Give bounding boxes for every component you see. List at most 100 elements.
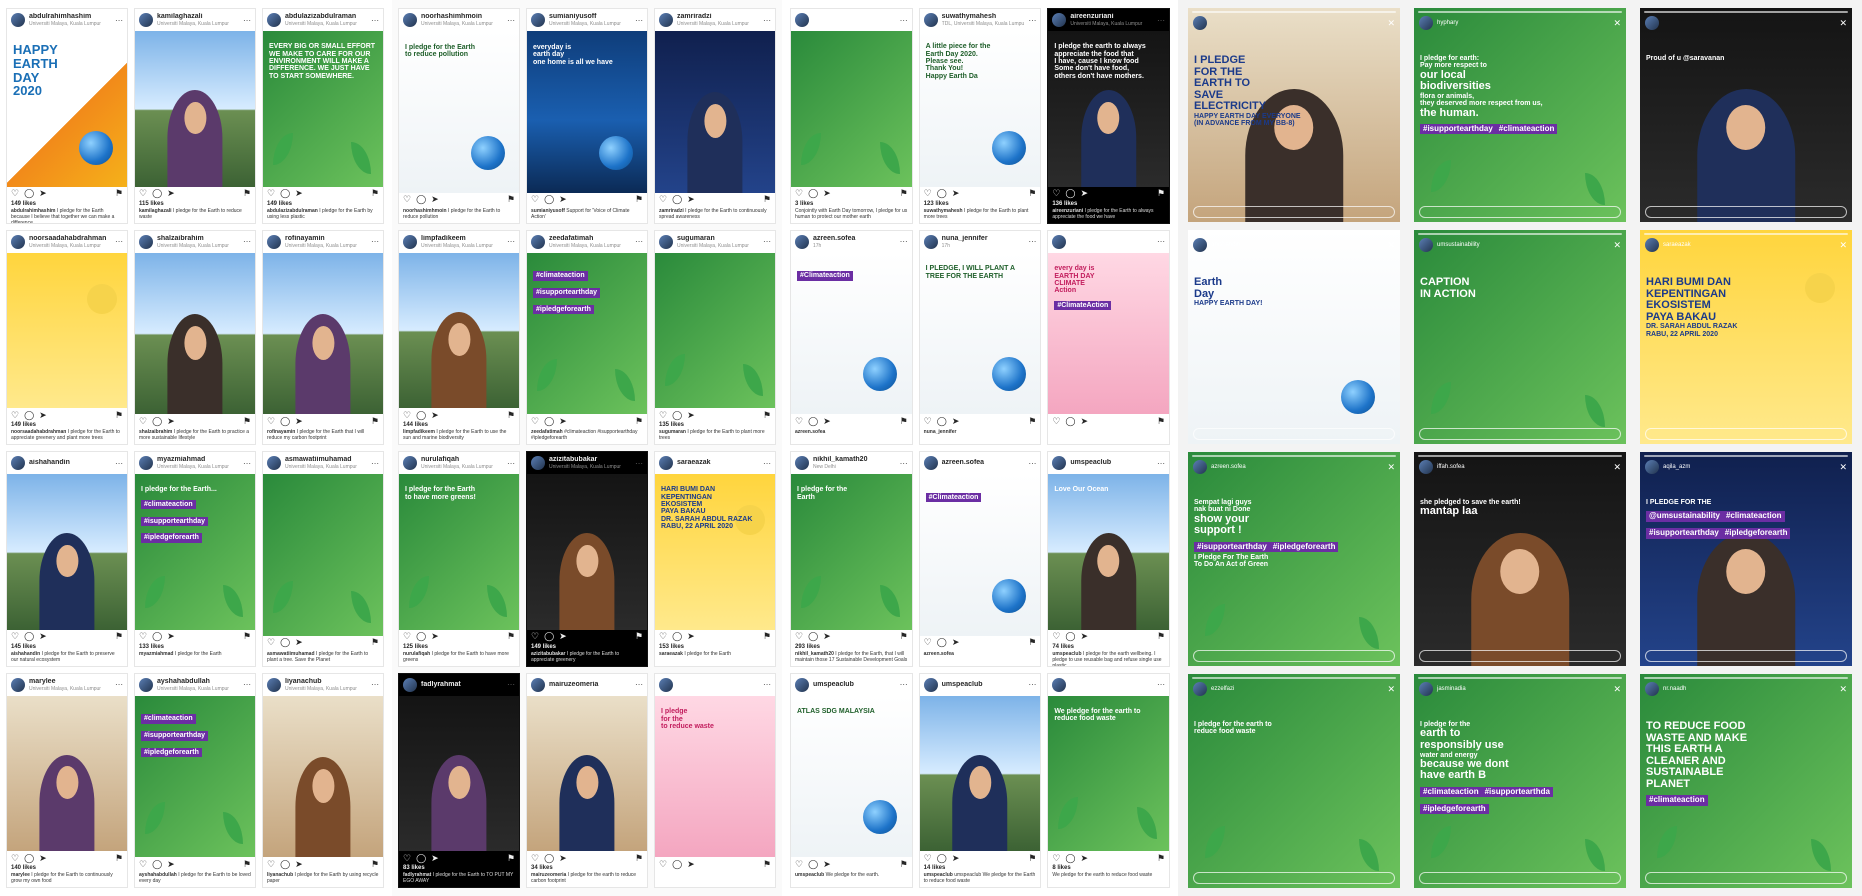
comment-icon[interactable]: ◯ <box>808 416 818 427</box>
story-username[interactable]: nr.naadh <box>1663 686 1686 692</box>
instagram-post[interactable]: abdulazizabdulraman Universiti Malaya, Ku… <box>262 8 384 224</box>
post-image[interactable] <box>263 474 383 636</box>
post-username[interactable]: kamilaghazali <box>157 13 239 21</box>
like-icon[interactable]: ♡ <box>659 410 667 421</box>
comment-icon[interactable]: ◯ <box>544 853 554 864</box>
comment-icon[interactable]: ◯ <box>280 416 290 427</box>
share-icon[interactable]: ➤ <box>295 859 303 870</box>
send-message-input[interactable] <box>1645 428 1847 440</box>
share-icon[interactable]: ➤ <box>687 194 695 205</box>
post-image[interactable]: ATLAS SDG MALAYSIA <box>791 695 912 857</box>
avatar[interactable] <box>531 456 545 470</box>
story-username[interactable]: umsustainability <box>1437 242 1480 248</box>
comment-icon[interactable]: ◯ <box>808 859 818 870</box>
post-image[interactable]: EVERY BIG OR SMALL EFFORT WE MAKE TO CAR… <box>263 31 383 187</box>
post-username[interactable]: umspeaclub <box>1070 459 1153 467</box>
share-icon[interactable]: ➤ <box>431 194 439 205</box>
post-image[interactable] <box>655 31 775 193</box>
share-icon[interactable]: ➤ <box>431 631 439 642</box>
instagram-post[interactable]: myazmiahmad Universiti Malaya, Kuala Lump… <box>134 451 256 667</box>
more-options-icon[interactable]: ⋯ <box>763 680 771 689</box>
avatar[interactable] <box>795 234 809 249</box>
comment-icon[interactable]: ◯ <box>280 637 290 648</box>
post-username[interactable]: saraeazak <box>677 459 759 467</box>
story-username[interactable]: aqila_azm <box>1663 464 1690 470</box>
story-username[interactable]: ezzelfazi <box>1211 686 1234 692</box>
post-location[interactable]: Universiti Malaya, Kuala Lumpur <box>285 464 367 470</box>
story-username[interactable]: iffah.sofea <box>1437 464 1465 470</box>
instagram-story[interactable]: iffah.sofea ✕ she pledged to save the eart… <box>1414 452 1626 666</box>
avatar[interactable] <box>1193 460 1207 474</box>
instagram-post[interactable]: azizitabubakar Universiti Malaya, Kuala L… <box>526 451 648 667</box>
like-icon[interactable]: ♡ <box>267 188 275 199</box>
bookmark-icon[interactable]: ⚑ <box>507 631 515 642</box>
bookmark-icon[interactable]: ⚑ <box>1157 853 1165 864</box>
avatar[interactable] <box>11 13 25 27</box>
share-icon[interactable]: ➤ <box>295 637 303 648</box>
instagram-story[interactable]: ✕ Proud of u @saravanan <box>1640 8 1852 222</box>
bookmark-icon[interactable]: ⚑ <box>1028 188 1036 199</box>
post-username[interactable]: fadlyrahmat <box>421 681 503 689</box>
avatar[interactable] <box>267 677 281 692</box>
post-location[interactable]: Universiti Malaya, Kuala Lumpur <box>285 686 367 692</box>
post-location[interactable]: Universiti Malaya, Kuala Lumpur <box>421 243 503 249</box>
post-location[interactable]: Universiti Malaya, Kuala Lumpur <box>677 243 759 249</box>
share-icon[interactable]: ➤ <box>39 853 47 864</box>
close-icon[interactable]: ✕ <box>1387 462 1395 473</box>
share-icon[interactable]: ➤ <box>952 853 960 864</box>
instagram-story[interactable]: ✕ I PLEDGE FOR THE EARTH TO SAVE ELECTRICITY H… <box>1188 8 1400 222</box>
share-icon[interactable]: ➤ <box>952 637 960 648</box>
more-options-icon[interactable]: ⋯ <box>507 459 515 468</box>
avatar[interactable] <box>139 234 153 249</box>
post-image[interactable]: I pledge for the Earth to reduce pollutio… <box>399 31 519 193</box>
post-image[interactable] <box>263 252 383 414</box>
instagram-post[interactable]: umspeaclub ⋯ ATLAS SDG MALAYSIA ♡ ◯ ➤ ⚑ umspeac… <box>790 672 913 888</box>
instagram-post[interactable]: noorhashimhmoin Universiti Malaya, Kuala … <box>398 8 520 224</box>
bookmark-icon[interactable]: ⚑ <box>1028 416 1036 427</box>
bookmark-icon[interactable]: ⚑ <box>1028 853 1036 864</box>
post-username[interactable]: nikhil_kamath20 <box>813 456 896 464</box>
share-icon[interactable]: ➤ <box>167 859 175 870</box>
share-icon[interactable]: ➤ <box>559 631 567 642</box>
post-username[interactable]: sumianiyusoff <box>549 13 631 21</box>
post-location[interactable]: Universiti Malaya, Kuala Lumpur <box>549 464 631 470</box>
post-username[interactable]: limpfadikeem <box>421 235 503 243</box>
comment-icon[interactable]: ◯ <box>937 637 947 648</box>
close-icon[interactable]: ✕ <box>1387 684 1395 695</box>
instagram-post[interactable]: ayshahabdullah Universiti Malaya, Kuala L… <box>134 672 256 888</box>
post-username[interactable]: zeedafatimah <box>549 235 631 243</box>
avatar[interactable] <box>1193 682 1207 696</box>
avatar[interactable] <box>659 234 673 249</box>
close-icon[interactable]: ✕ <box>1387 18 1395 29</box>
close-icon[interactable]: ✕ <box>1387 240 1395 251</box>
post-location[interactable]: Universiti Malaya, Kuala Lumpur <box>157 243 239 249</box>
post-image[interactable]: everyday is earth day one home is all we h… <box>527 31 647 193</box>
more-options-icon[interactable]: ⋯ <box>115 16 123 25</box>
share-icon[interactable]: ➤ <box>687 859 695 870</box>
instagram-post[interactable]: aireenzuriani Universiti Malaya, Kuala Lu… <box>1047 8 1170 224</box>
avatar[interactable] <box>531 677 545 692</box>
instagram-story[interactable]: saraeazak ✕ HARI BUMI DAN KEPENTINGAN EKOSIS… <box>1640 230 1852 444</box>
like-icon[interactable]: ♡ <box>924 637 932 648</box>
post-location[interactable]: 17h <box>813 243 896 249</box>
comment-icon[interactable]: ◯ <box>544 194 554 205</box>
like-icon[interactable]: ♡ <box>1052 188 1060 199</box>
instagram-story[interactable]: aqila_azm ✕ I PLEDGE FOR THE @umsustainabil… <box>1640 452 1852 666</box>
bookmark-icon[interactable]: ⚑ <box>243 416 251 427</box>
post-username[interactable]: rofinayamin <box>285 235 367 243</box>
instagram-post[interactable]: rofinayamin Universiti Malaya, Kuala Lump… <box>262 229 384 445</box>
avatar[interactable] <box>11 677 25 692</box>
post-image[interactable] <box>7 474 127 630</box>
more-options-icon[interactable]: ⋯ <box>763 459 771 468</box>
share-icon[interactable]: ➤ <box>295 188 303 199</box>
avatar[interactable] <box>11 456 25 470</box>
more-options-icon[interactable]: ⋯ <box>900 237 908 246</box>
share-icon[interactable]: ➤ <box>1080 416 1088 427</box>
share-icon[interactable]: ➤ <box>167 188 175 199</box>
post-image[interactable] <box>135 252 255 414</box>
post-image[interactable]: Love Our Ocean <box>1048 474 1169 630</box>
comment-icon[interactable]: ◯ <box>416 631 426 642</box>
instagram-story[interactable]: anishandin ✕ Earth Day HAPPY EARTH DAY! <box>1188 230 1400 444</box>
post-location[interactable]: 17h <box>942 243 1025 249</box>
share-icon[interactable]: ➤ <box>431 410 439 421</box>
